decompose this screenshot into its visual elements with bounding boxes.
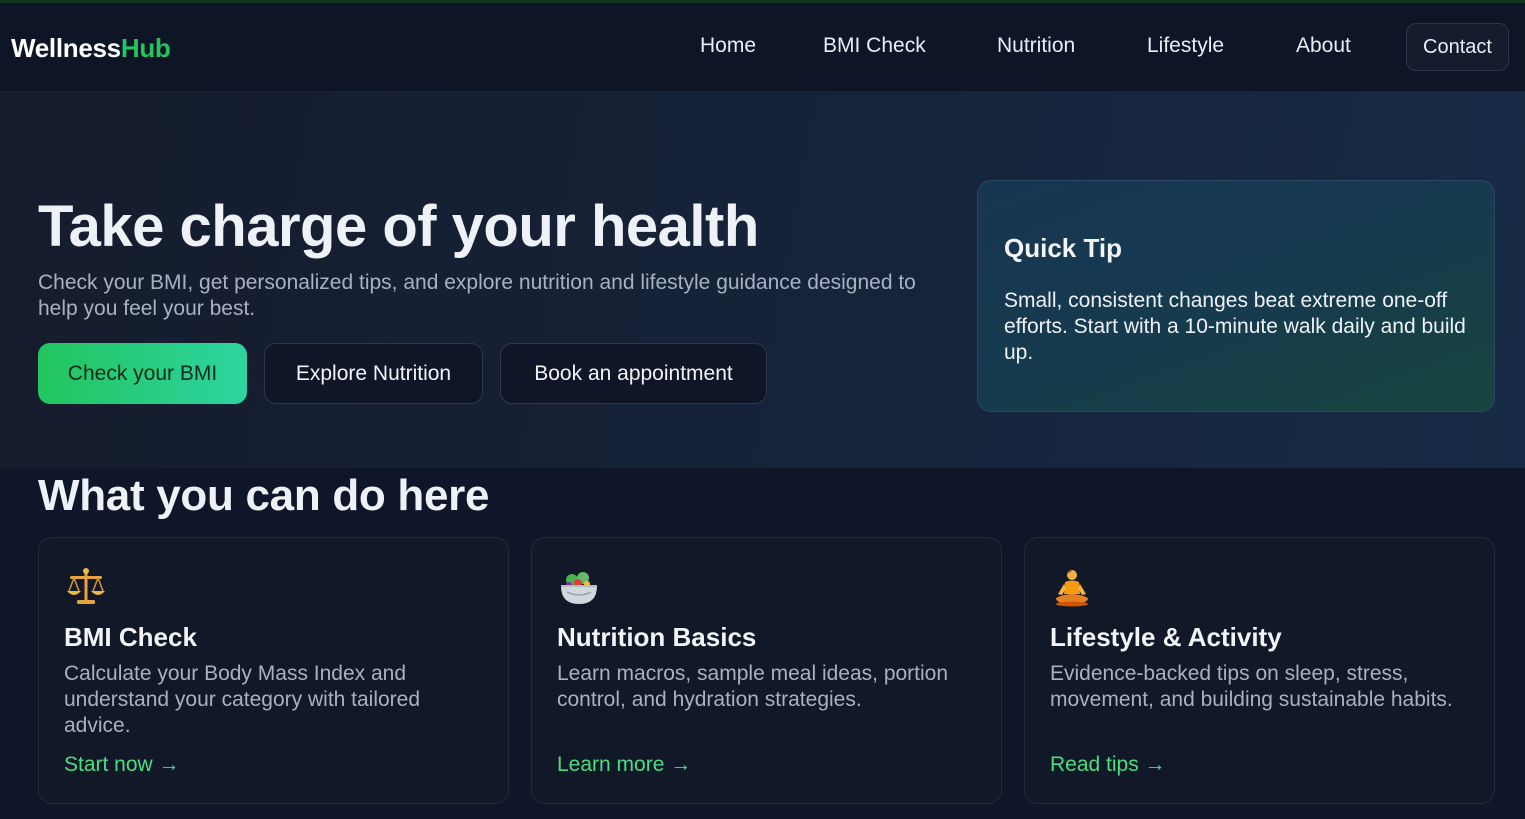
brand-name-part2: Hub	[120, 33, 171, 63]
site-header: WellnessHub Home BMI Check Nutrition Lif…	[0, 3, 1525, 92]
explore-nutrition-button[interactable]: Explore Nutrition	[264, 343, 483, 404]
hero-section: Take charge of your health Check your BM…	[0, 92, 1525, 468]
start-now-link[interactable]: Start now →	[64, 753, 180, 777]
hero-title: Take charge of your health	[38, 194, 759, 259]
read-tips-link[interactable]: Read tips →	[1050, 753, 1166, 777]
nav-item-about[interactable]: About	[1296, 34, 1351, 58]
card-title: BMI Check	[64, 622, 197, 652]
quick-tip-body: Small, consistent changes beat extreme o…	[1004, 289, 1466, 364]
brand-logo[interactable]: WellnessHub	[11, 33, 171, 64]
features-title: What you can do here	[38, 471, 490, 520]
card-description: Calculate your Body Mass Index and under…	[64, 662, 421, 737]
feature-card-lifestyle: Lifestyle & Activity Evidence-backed tip…	[1024, 537, 1495, 804]
card-description: Evidence-backed tips on sleep, stress, m…	[1050, 662, 1453, 711]
hero-subtitle: Check your BMI, get personalized tips, a…	[38, 271, 916, 320]
feature-card-bmi: BMI Check Calculate your Body Mass Index…	[38, 537, 509, 804]
nav-item-nutrition[interactable]: Nutrition	[997, 34, 1075, 58]
learn-more-link[interactable]: Learn more →	[557, 753, 691, 777]
salad-bowl-icon	[557, 566, 601, 610]
card-description: Learn macros, sample meal ideas, portion…	[557, 662, 949, 711]
book-appointment-button[interactable]: Book an appointment	[500, 343, 767, 404]
quick-tip-title: Quick Tip	[1004, 233, 1122, 263]
brand-name-part1: Wellness	[11, 33, 121, 63]
meditation-person-icon	[1050, 566, 1094, 610]
balance-scale-icon	[64, 566, 108, 610]
check-bmi-button[interactable]: Check your BMI	[38, 343, 247, 404]
card-title: Nutrition Basics	[557, 622, 757, 652]
card-title: Lifestyle & Activity	[1050, 622, 1282, 652]
quick-tip-card: Quick Tip Small, consistent changes beat…	[977, 180, 1495, 412]
nav-item-home[interactable]: Home	[700, 34, 756, 58]
contact-button[interactable]: Contact	[1406, 23, 1509, 71]
nav-item-bmi-check[interactable]: BMI Check	[823, 34, 926, 58]
nav-item-lifestyle[interactable]: Lifestyle	[1147, 34, 1224, 58]
feature-card-nutrition: Nutrition Basics Learn macros, sample me…	[531, 537, 1002, 804]
